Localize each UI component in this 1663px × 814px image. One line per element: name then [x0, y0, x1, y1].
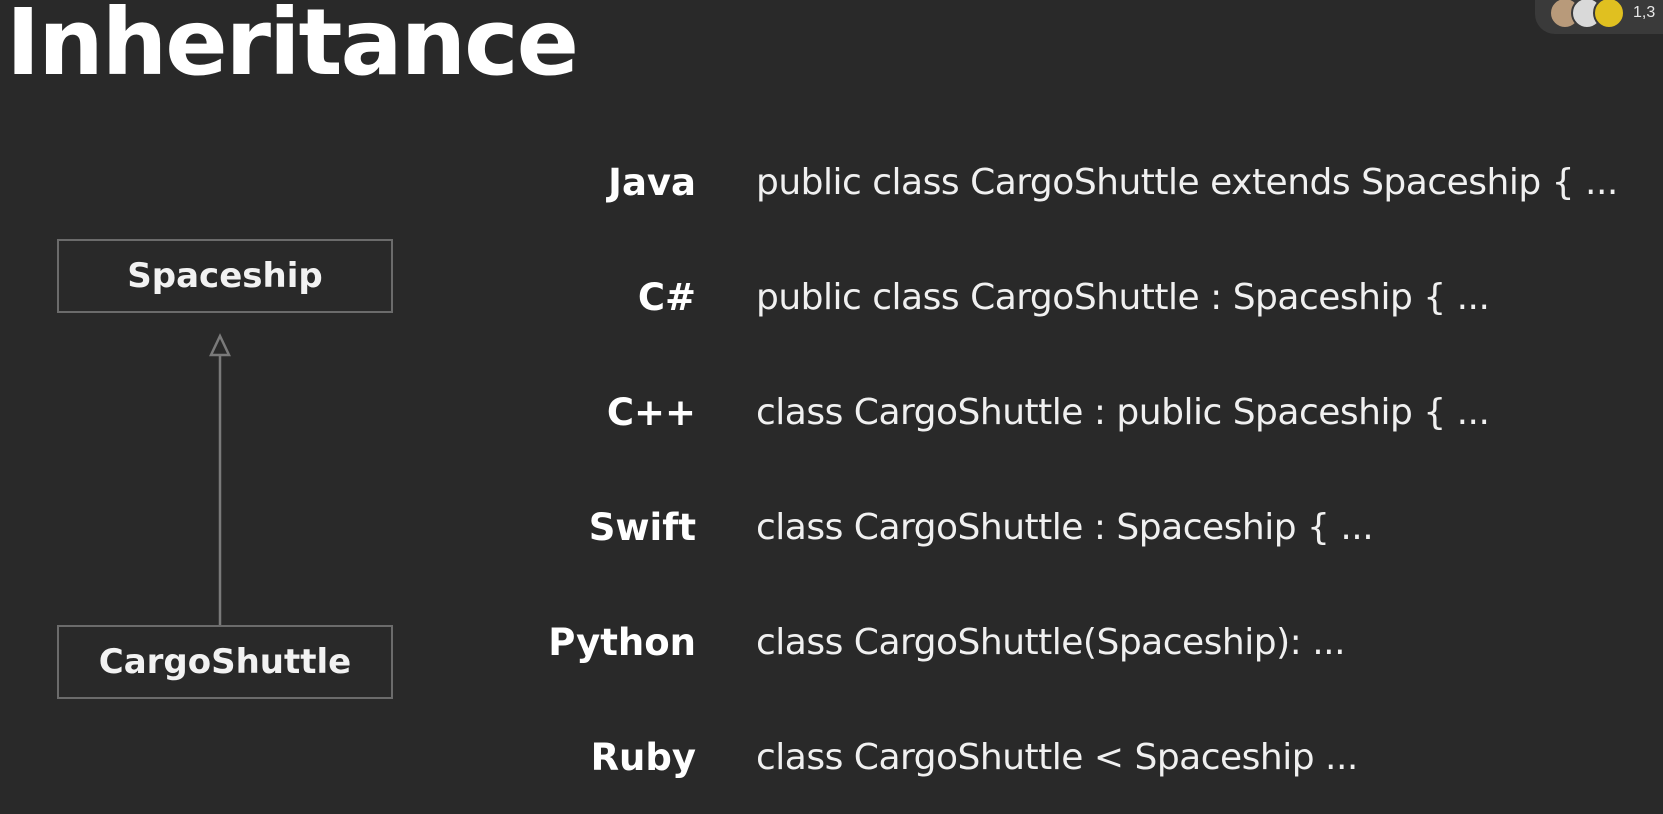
uml-child-class-box: CargoShuttle — [57, 625, 393, 699]
language-name: C++ — [606, 390, 696, 434]
language-code: public class CargoShuttle extends Spaces… — [756, 161, 1618, 203]
language-row-ruby: Ruby class CargoShuttle < Spaceship ... — [500, 727, 1359, 787]
slide-title: Inheritance — [6, 0, 579, 96]
participant-avatar-icon — [1593, 0, 1625, 29]
language-name: Python — [548, 620, 696, 664]
language-row-java: Java public class CargoShuttle extends S… — [500, 152, 1618, 212]
language-row-python: Python class CargoShuttle(Spaceship): ..… — [500, 612, 1345, 672]
language-row-swift: Swift class CargoShuttle : Spaceship { .… — [500, 497, 1374, 557]
language-name: Java — [608, 160, 696, 204]
uml-parent-class-box: Spaceship — [57, 239, 393, 313]
language-code: class CargoShuttle < Spaceship ... — [756, 736, 1358, 778]
language-name: C# — [637, 275, 696, 319]
language-row-cpp: C++ class CargoShuttle : public Spaceshi… — [500, 382, 1490, 442]
participants-indicator[interactable]: 1,3 — [1535, 0, 1663, 34]
inheritance-arrow — [209, 333, 231, 627]
language-code: class CargoShuttle(Spaceship): ... — [756, 621, 1346, 663]
participant-count: 1,3 — [1633, 4, 1656, 21]
language-name: Ruby — [590, 735, 696, 779]
parent-class-name: Spaceship — [127, 256, 323, 296]
language-name: Swift — [588, 505, 696, 549]
arrowhead-icon — [209, 333, 231, 357]
child-class-name: CargoShuttle — [98, 642, 352, 682]
language-code: public class CargoShuttle : Spaceship { … — [756, 276, 1490, 318]
language-code: class CargoShuttle : Spaceship { ... — [756, 506, 1374, 548]
language-row-csharp: C# public class CargoShuttle : Spaceship… — [500, 267, 1490, 327]
language-code: class CargoShuttle : public Spaceship { … — [756, 391, 1490, 433]
